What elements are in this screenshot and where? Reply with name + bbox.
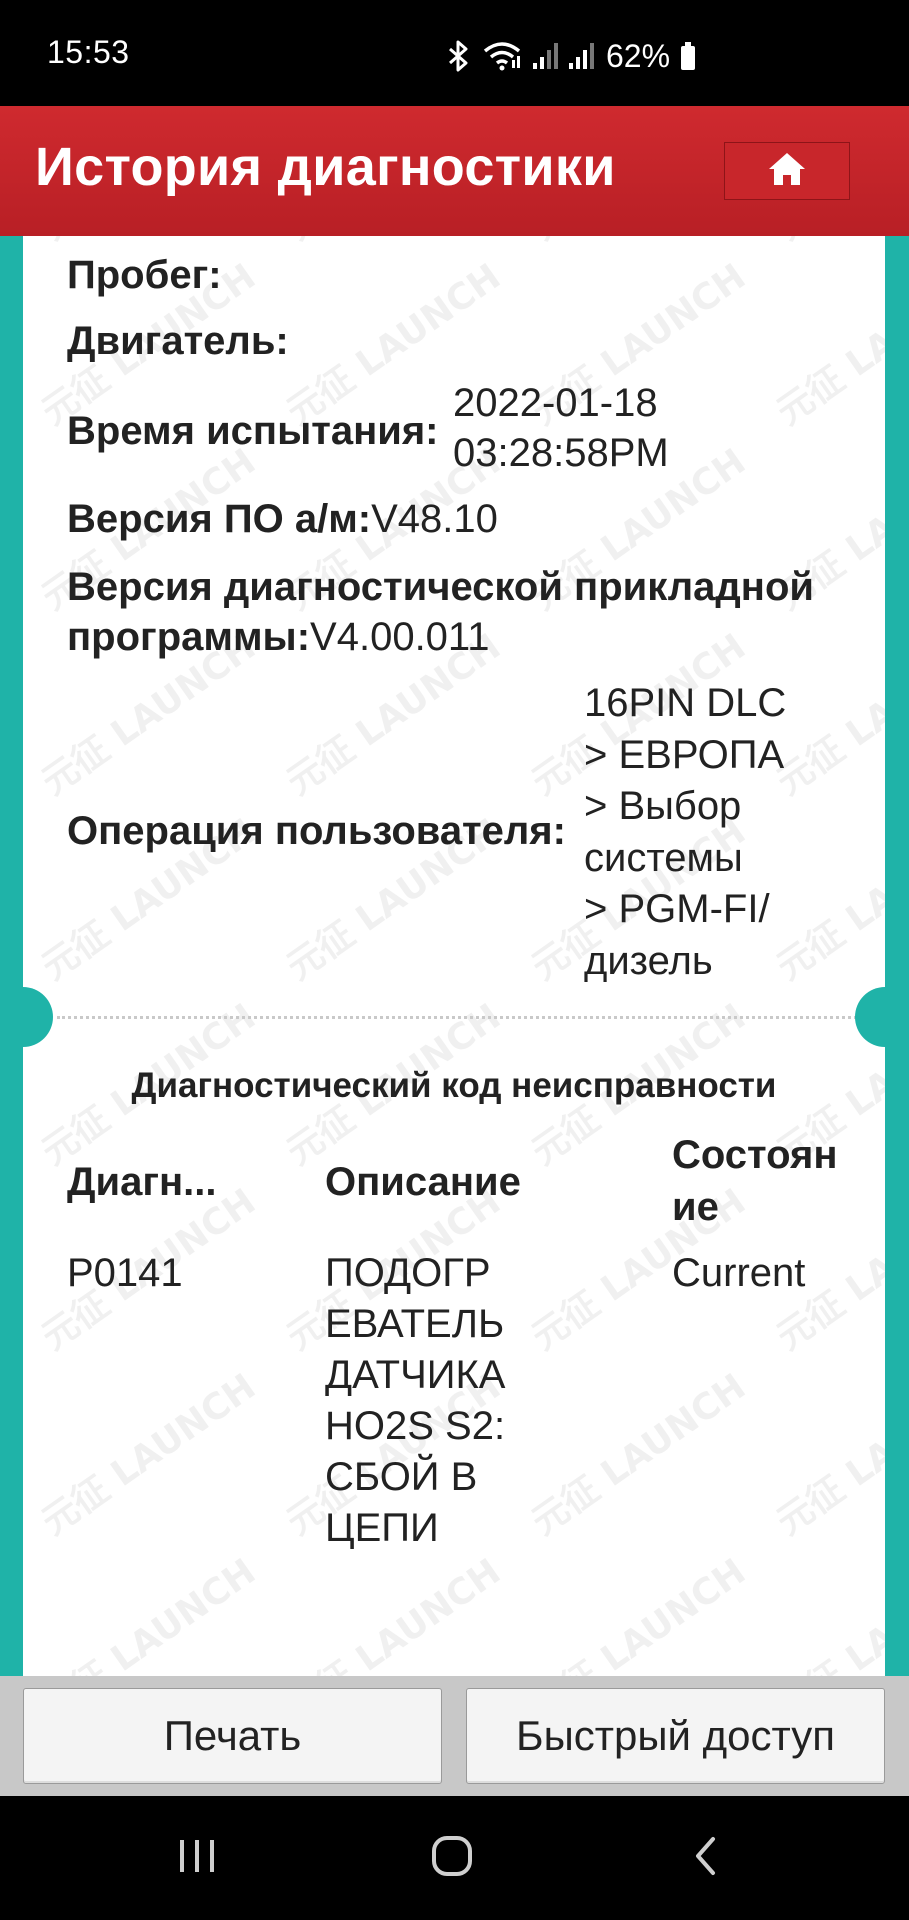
home-button[interactable] <box>724 142 850 200</box>
page-title: История диагностики <box>35 137 616 197</box>
nav-home-icon <box>431 1835 473 1882</box>
user-op-line: > ЕВРОПА <box>584 732 785 777</box>
dtc-section-title: Диагностический код неисправности <box>131 1066 777 1105</box>
dtc-description-line: ЕВАТЕЛЬ <box>325 1302 505 1346</box>
vehicle-sw-label: Версия ПО а/м: <box>67 497 372 541</box>
watermark-text: 元征 LAUNCH <box>35 1551 263 1676</box>
watermark-text: 元征 LAUNCH <box>770 236 885 248</box>
content-area: 元征 LAUNCH 元征 LAUNCH 元征 LAUNCH 元征 LAUNCH 元征 L… <box>0 236 909 1676</box>
watermark-text: 元征 LAUNCH <box>35 236 263 248</box>
dtc-status: Current <box>672 1251 806 1295</box>
test-time-label: Время испытания: <box>67 406 438 456</box>
column-header-status-line1: Состоян <box>672 1133 838 1177</box>
user-op-label: Операция пользователя: <box>67 806 566 856</box>
user-op-value: 16PIN DLC > ЕВРОПА > Выбор системы > PGM… <box>584 678 786 987</box>
app-header: История диагностики <box>0 106 909 236</box>
home-icon <box>767 151 807 192</box>
ticket-notch-left <box>23 987 53 1047</box>
nav-home-button[interactable] <box>392 1796 512 1920</box>
app-version-label-line1: Версия диагностической прикладной <box>67 565 814 609</box>
engine-row: Двигатель: <box>67 316 289 366</box>
column-header-status-line2: ие <box>672 1185 719 1229</box>
app-version-value: V4.00.011 <box>310 615 490 659</box>
watermark-text: 元征 LAUNCH <box>770 256 885 433</box>
status-icons: 62% <box>446 36 696 76</box>
status-bar: 15:53 62% <box>0 0 909 106</box>
test-time-label-text: Время испытания: <box>67 409 439 453</box>
user-op-line: дизель <box>584 938 713 983</box>
dtc-description-line: HO2S S2: <box>325 1404 506 1448</box>
column-header-description: Описание <box>325 1160 521 1204</box>
watermark-text: 元征 LAUNCH <box>525 236 753 248</box>
divider <box>57 1016 857 1019</box>
shortcut-button[interactable]: Быстрый доступ <box>466 1688 885 1784</box>
dtc-description-line: ЦЕПИ <box>325 1506 439 1550</box>
bottom-bar: Печать Быстрый доступ <box>0 1676 909 1796</box>
back-icon <box>693 1836 719 1881</box>
report-card[interactable]: 元征 LAUNCH 元征 LAUNCH 元征 LAUNCH 元征 LAUNCH 元征 L… <box>23 236 885 1676</box>
column-header-status: Состоян ие <box>672 1129 838 1233</box>
engine-label: Двигатель: <box>67 319 289 363</box>
signal-icon <box>568 41 594 71</box>
dtc-description-line: ПОДОГР <box>325 1251 491 1295</box>
user-op-line: системы <box>584 835 743 880</box>
dtc-description-line: СБОЙ В <box>325 1455 478 1499</box>
user-op-line: > PGM-FI/ <box>584 887 770 931</box>
watermark-text: 元征 LAUNCH <box>770 811 885 988</box>
watermark-text: 元征 LAUNCH <box>770 1551 885 1676</box>
user-op-line: 16PIN DLC <box>584 681 787 725</box>
test-time-date: 2022-01-18 <box>453 381 658 425</box>
dtc-code: P0141 <box>67 1251 183 1295</box>
recent-apps-button[interactable] <box>137 1796 257 1920</box>
column-header-code: Диагн... <box>67 1160 217 1204</box>
test-time-clock: 03:28:58PM <box>453 431 669 475</box>
watermark-text: 元征 LAUNCH <box>35 1366 263 1543</box>
app-version-row: Версия диагностической прикладной програ… <box>67 562 814 662</box>
wifi-icon <box>482 40 522 72</box>
watermark-text: 元征 LAUNCH <box>770 1366 885 1543</box>
watermark-text: 元征 LAUNCH <box>280 236 508 248</box>
mileage-label: Пробег: <box>67 253 222 297</box>
vehicle-sw-row: Версия ПО а/м:V48.10 <box>67 494 498 544</box>
dtc-description-line: ДАТЧИКА <box>325 1353 506 1397</box>
user-op-line: > Выбор <box>584 784 742 828</box>
vehicle-sw-value: V48.10 <box>371 497 498 541</box>
watermark-text: 元征 LAUNCH <box>525 1551 753 1676</box>
battery-percent: 62% <box>606 37 671 74</box>
user-op-label-text: Операция пользователя: <box>67 809 566 853</box>
test-time-value: 2022-01-18 03:28:58PM <box>453 378 669 478</box>
print-button[interactable]: Печать <box>23 1688 442 1784</box>
watermark-text: 元征 LAUNCH <box>280 1551 508 1676</box>
status-time: 15:53 <box>47 34 130 70</box>
bluetooth-icon <box>446 39 472 73</box>
battery-icon <box>680 41 696 71</box>
app-version-label-line2: программы: <box>67 615 311 659</box>
dtc-description: ПОДОГР ЕВАТЕЛЬ ДАТЧИКА HO2S S2: СБОЙ В Ц… <box>325 1248 505 1554</box>
signal-icon <box>532 41 558 71</box>
navigation-bar <box>0 1796 909 1920</box>
mileage-row: Пробег: <box>67 250 222 300</box>
watermark-text: 元征 LAUNCH <box>525 1366 753 1543</box>
back-button[interactable] <box>646 1796 766 1920</box>
recent-apps-icon <box>177 1838 217 1879</box>
ticket-notch-right <box>855 987 885 1047</box>
